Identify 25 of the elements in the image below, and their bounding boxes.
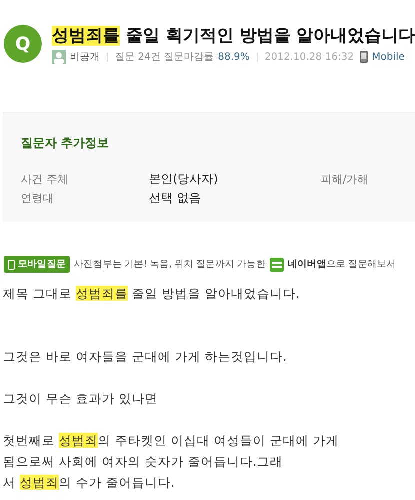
body-text: 그것은 바로 여자들을 군대에 가게 하는것입니다. [3,348,288,366]
info-value: 본인(당사자) [149,171,220,188]
banner-text: 으로 질문해보서 [326,259,396,270]
body-text: 제목 그대로 성범죄를 줄일 방법을 알아내었습니다. [3,285,301,303]
close-rate: 88.9% [218,52,250,62]
app-icon [270,258,284,272]
info-label: 연령대 [21,191,55,206]
body-text: 첫번째로 성범죄 의 주타켓인 이십대 여성들이 군대에 가게 [3,432,340,450]
app-name[interactable]: 네이버앱 [288,259,326,270]
avatar-icon [52,50,66,64]
info-label: 피해/가해 [321,172,369,187]
body-text: 됨으로써 사회에 여자의 숫자가 줄어듭니다.그래 [3,453,284,471]
info-value: 선택 없음 [149,190,202,207]
info-label: 사건 주체 [21,172,70,187]
question-badge: Q [4,25,42,63]
device-label: Mobile [372,52,405,62]
info-heading: 질문자 추가정보 [21,135,110,152]
author-name[interactable]: 비공개 [70,50,100,64]
phone-icon [8,260,15,270]
body-text: 그것이 무슨 효과가 있나면 [3,390,159,408]
phone-icon [360,51,368,63]
banner-text: 사진첨부는 기본! 녹음, 위치 질문까지 가능한 [74,258,266,271]
body-text: 서 성범죄 의 수가 줄어듭니다. [3,474,176,492]
question-stats: 질문 24건 질문마감률 [115,51,214,64]
post-date: 2012.10.28 16:32 [264,52,354,62]
